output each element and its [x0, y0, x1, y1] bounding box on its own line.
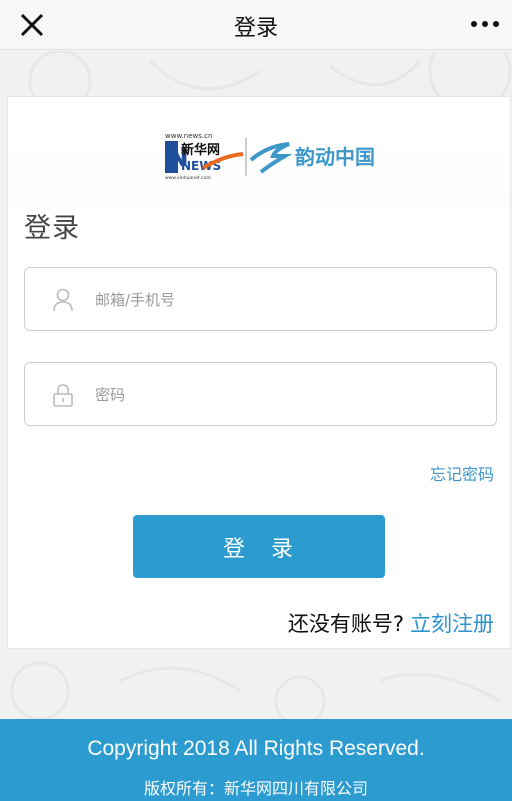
top-bar: 登录 [0, 0, 512, 50]
logo-partner-text: 韵动中国 [295, 145, 375, 169]
lock-icon [53, 384, 73, 407]
logo-url-text: www.news.cn [165, 132, 212, 140]
register-link[interactable]: 立刻注册 [410, 612, 494, 636]
register-prompt: 还没有账号? 立刻注册 [288, 608, 494, 638]
email-input[interactable] [95, 286, 475, 314]
user-icon [53, 288, 73, 312]
login-button[interactable]: 登 录 [133, 515, 385, 578]
password-field[interactable] [24, 362, 497, 426]
owner-text: 版权所有：新华网四川有限公司 [143, 779, 368, 798]
more-icon[interactable] [468, 12, 502, 36]
page-title: 登录 [233, 16, 278, 41]
logo-sub-url: www.xinhuanet.com [165, 175, 211, 181]
logo-brand-cn: 新华网 [181, 142, 220, 158]
email-field[interactable] [24, 267, 497, 331]
footer: Copyright 2018 All Rights Reserved. 版权所有… [0, 719, 512, 801]
password-input[interactable] [95, 381, 475, 409]
login-heading: 登录 [24, 213, 80, 244]
xinhua-yundong-logo: www.news.cn N 新华网 NEWS www.xinhuanet.com… [165, 132, 375, 181]
copyright-text: Copyright 2018 All Rights Reserved. [87, 737, 425, 760]
no-account-text: 还没有账号? [287, 612, 404, 636]
forgot-password-link[interactable]: 忘记密码 [430, 461, 494, 485]
